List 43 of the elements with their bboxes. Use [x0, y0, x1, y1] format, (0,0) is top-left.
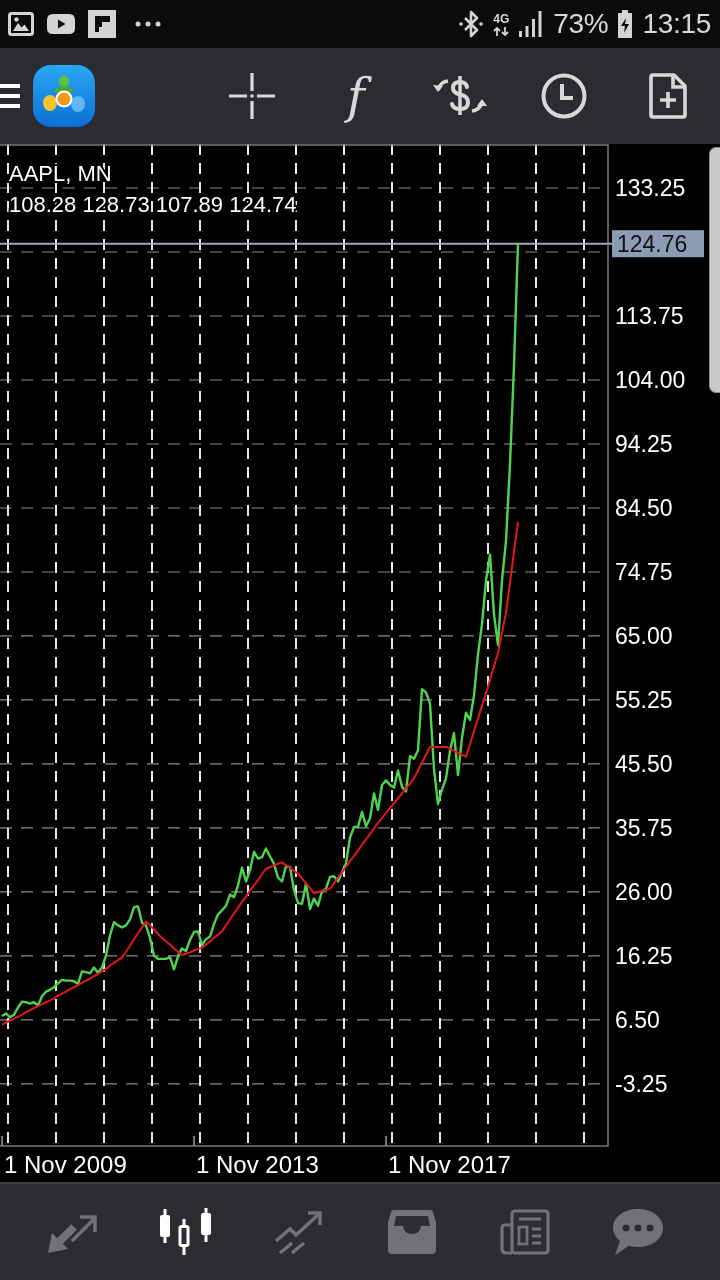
axis-label: 26.00: [615, 879, 673, 906]
file-plus-icon: [649, 73, 687, 119]
video-play-icon: [47, 14, 75, 34]
candlestick-icon: [159, 1208, 212, 1256]
axis-label: 84.50: [615, 495, 673, 522]
square-f-icon: [88, 10, 116, 38]
price-tag: 124.76: [612, 230, 704, 258]
menu-icon: [0, 83, 20, 109]
axis-label: -3.25: [615, 1071, 668, 1098]
network-type: 4G: [493, 12, 510, 25]
chart-title: AAPL, MN: [9, 161, 112, 186]
bluetooth-icon: [459, 9, 484, 39]
ref-line-label: 124.76: [617, 231, 688, 258]
signal-icon: [519, 11, 544, 37]
data-arrows-icon: [493, 26, 510, 36]
axis-label: 35.75: [615, 815, 673, 842]
axis-label: 1 Nov 2013: [196, 1151, 319, 1178]
axis-label: 104.00: [615, 367, 686, 394]
crosshair-icon: [229, 73, 275, 119]
image-icon: [8, 12, 34, 36]
battery-charging-icon: [618, 10, 633, 38]
axis-label: 65.00: [615, 623, 673, 650]
axis-label: 16.25: [615, 943, 673, 970]
axis-label: 6.50: [615, 1007, 660, 1034]
axis-label: 113.75: [615, 303, 684, 330]
more-dots-icon: [135, 21, 161, 27]
axis-label: 133.25: [615, 175, 686, 202]
axis-label: 1 Nov 2017: [388, 1151, 511, 1178]
battery-percent: 73%: [553, 10, 609, 38]
newspaper-icon: [499, 1209, 550, 1255]
app-logo-icon: [33, 65, 95, 127]
inbox-tray-icon: [387, 1210, 436, 1254]
clock-icon: [541, 73, 587, 119]
trend-arrow-icon: [273, 1209, 324, 1255]
axis-label: 45.50: [615, 751, 673, 778]
axis-label: 94.25: [615, 431, 673, 458]
axis-label: 74.75: [615, 559, 673, 586]
axis-label: 1 Nov 2009: [4, 1151, 127, 1178]
function-button[interactable]: f: [304, 60, 408, 132]
clock-time: 13:15: [642, 10, 711, 38]
chat-bubble-icon: [612, 1208, 663, 1256]
axis-label: 55.25: [615, 687, 673, 714]
scrollbar[interactable]: [709, 147, 720, 393]
